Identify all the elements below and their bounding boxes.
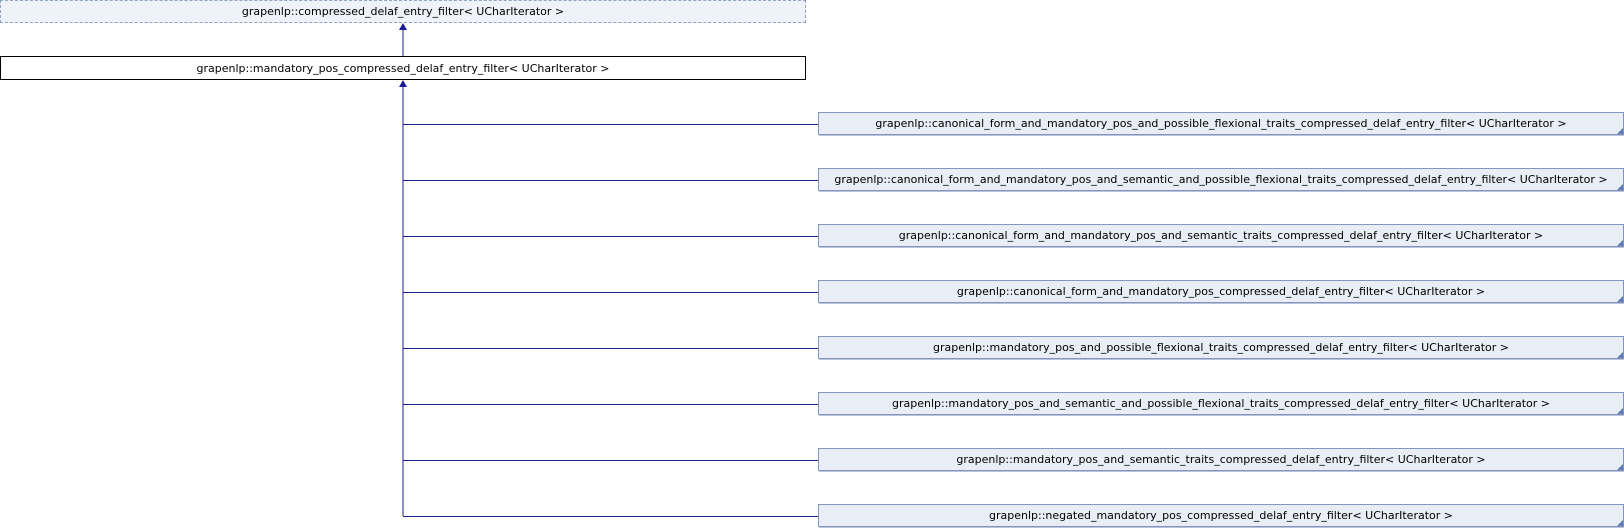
- child-class-node[interactable]: grapenlp::mandatory_pos_and_possible_fle…: [818, 336, 1624, 359]
- current-class-node[interactable]: grapenlp::mandatory_pos_compressed_delaf…: [0, 56, 806, 80]
- arrowhead-parent: [399, 23, 407, 30]
- inheritance-diagram: grapenlp::compressed_delaf_entry_filter<…: [0, 0, 1624, 528]
- child-class-node[interactable]: grapenlp::mandatory_pos_and_semantic_tra…: [818, 448, 1624, 471]
- child-class-node[interactable]: grapenlp::canonical_form_and_mandatory_p…: [818, 224, 1624, 247]
- child-class-node[interactable]: grapenlp::canonical_form_and_mandatory_p…: [818, 112, 1624, 135]
- child-class-node[interactable]: grapenlp::negated_mandatory_pos_compress…: [818, 504, 1624, 527]
- arrowhead-current: [399, 80, 407, 87]
- child-class-node[interactable]: grapenlp::canonical_form_and_mandatory_p…: [818, 280, 1624, 303]
- child-class-node[interactable]: grapenlp::mandatory_pos_and_semantic_and…: [818, 392, 1624, 415]
- parent-class-node[interactable]: grapenlp::compressed_delaf_entry_filter<…: [0, 0, 806, 23]
- child-class-node[interactable]: grapenlp::canonical_form_and_mandatory_p…: [818, 168, 1624, 191]
